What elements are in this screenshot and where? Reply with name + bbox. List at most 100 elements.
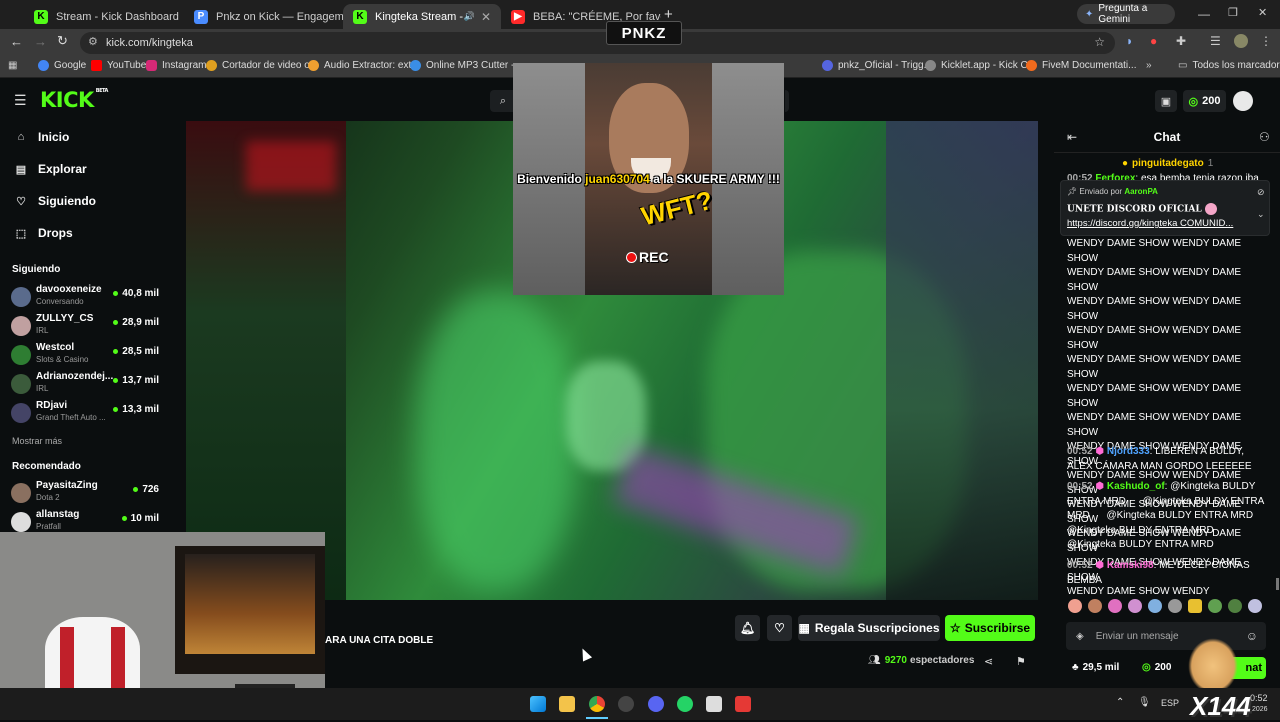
bookmark-kicklet[interactable]: Kicklet.app - Kick C... [925, 60, 1036, 71]
chair-stripe [111, 627, 125, 688]
coin-icon: ● [1122, 158, 1129, 169]
subscribe-button[interactable]: ☆ Suscribirse [945, 615, 1035, 641]
url-bar[interactable]: ⚙ kick.com/kingteka ☆ [80, 32, 1115, 54]
pinned-message[interactable]: 📌︎ Enviado por AaronPA ⊘ UNETE DISCORD O… [1060, 180, 1270, 236]
maximize-button[interactable]: ❐ [1228, 6, 1238, 19]
top-gifter[interactable]: ● pinguitadegato 1 [1122, 158, 1213, 169]
points-badge[interactable]: ◎ 200 [1183, 90, 1226, 112]
following-channel[interactable]: davooxeneize Conversando 40,8 mil [11, 284, 161, 310]
media-control-icon[interactable]: ☰ [1210, 34, 1221, 48]
emote-icon[interactable] [1188, 599, 1202, 613]
bookmark-fivem[interactable]: FiveM Documentati... [1026, 60, 1136, 71]
bookmark-audio-extractor[interactable]: Audio Extractor: ext... [308, 60, 420, 71]
chat-spam-line: WENDY DAME SHOW WENDY DAME SHOW [1067, 325, 1242, 351]
hide-pin-icon[interactable]: ⊘ [1257, 187, 1265, 198]
site-info-icon[interactable]: ⚙ [88, 35, 98, 48]
browse-icon[interactable]: ▣ [1155, 90, 1177, 112]
bookmark-star-icon[interactable]: ☆ [1094, 35, 1105, 49]
windows-start-icon[interactable] [530, 696, 546, 712]
gift-subscriptions-button[interactable]: ▦ Regala Suscripciones [798, 615, 940, 641]
reload-button[interactable]: ↻ [57, 33, 68, 49]
hamburger-menu-icon[interactable]: ☰ [14, 92, 27, 109]
more-bookmarks-icon[interactable]: » [1146, 60, 1152, 71]
emote-icon[interactable] [1248, 599, 1262, 613]
whatsapp-icon[interactable] [677, 696, 693, 712]
report-icon[interactable]: ⚑ [1016, 655, 1026, 668]
following-channel[interactable]: ZULLYY_CS IRL 28,9 mil [11, 313, 161, 339]
nav-inicio[interactable]: ⌂ Inicio [14, 130, 70, 144]
expand-pin-icon[interactable]: ⌄ [1257, 209, 1265, 220]
apps-grid-icon[interactable]: ▦ [8, 60, 17, 71]
user-avatar[interactable] [1233, 91, 1253, 111]
file-explorer-icon[interactable] [559, 696, 575, 712]
emote-icon[interactable] [1088, 599, 1102, 613]
extension-icon[interactable]: ● [1150, 34, 1157, 48]
profile-avatar[interactable] [1234, 34, 1248, 48]
emote-icon[interactable] [1168, 599, 1182, 613]
emote-icon[interactable] [1068, 599, 1082, 613]
tray-chevron-icon[interactable]: ⌃ [1116, 697, 1124, 708]
discord-icon[interactable] [648, 696, 664, 712]
language-indicator[interactable]: ESP [1161, 698, 1179, 708]
nav-siguiendo[interactable]: ♡ Siguiendo [14, 194, 96, 208]
badge-icon: ⬢ [1095, 560, 1105, 571]
bookmark-instagram[interactable]: Instagram [146, 60, 206, 71]
welcome-text: Bienvenido juan630704 a la SKUERE ARMY !… [517, 172, 780, 186]
clock[interactable]: 0:52 2026 [1250, 693, 1268, 715]
tab-pnkz-engagement[interactable]: PPnkz on Kick — Engagement A✕ [184, 4, 344, 29]
close-tab-icon[interactable]: ✕ [475, 10, 491, 24]
gemini-button[interactable]: ✦ Pregunta a Gemini [1077, 3, 1175, 25]
follow-heart-button[interactable]: ♡ [767, 615, 792, 641]
microphone-icon[interactable]: 🎙︎ [1138, 697, 1151, 708]
audio-playing-icon[interactable]: 🔊 [464, 11, 475, 22]
tab-stream-dashboard[interactable]: KStream - Kick Dashboard✕ [24, 4, 184, 29]
chat-users-icon[interactable]: ⚇ [1259, 130, 1270, 144]
badge-selector-icon[interactable]: ◈ [1076, 631, 1084, 642]
video-right-scene [886, 121, 1038, 600]
show-more-link[interactable]: Mostrar más [12, 436, 62, 446]
following-channel[interactable]: Adrianozendej... IRL 13,7 mil [11, 371, 161, 397]
channel-points[interactable]: ♣ 29,5 mil [1072, 662, 1119, 673]
share-icon[interactable]: ⋖ [984, 655, 993, 668]
obs-icon[interactable] [618, 696, 634, 712]
search-input[interactable] [785, 90, 789, 112]
live-dot-icon [133, 487, 139, 492]
following-channel[interactable]: Westcol Slots & Casino 28,5 mil [11, 342, 161, 368]
browser-menu-icon[interactable]: ⋮ [1260, 34, 1272, 48]
gemini-icon: ✦ [1085, 8, 1094, 20]
app-icon[interactable] [706, 696, 722, 712]
bookmark-google[interactable]: Google [38, 60, 86, 71]
bookmark-cortador[interactable]: Cortador de video o... [206, 60, 318, 71]
live-dot-icon [113, 291, 119, 296]
all-bookmarks-folder[interactable]: ▭Todos los marcadores [1178, 60, 1280, 71]
user-points[interactable]: ◎ 200 [1142, 662, 1171, 673]
bookmark-pnkz-oficial[interactable]: pnkz_Oficial - Trigg... [822, 60, 932, 71]
emote-icon[interactable] [1128, 599, 1142, 613]
extension-icon[interactable]: ◗ [1126, 34, 1133, 48]
live-dot-icon [113, 407, 119, 412]
minimize-button[interactable]: — [1198, 7, 1210, 21]
pinned-link[interactable]: https://discord.gg/kingteka COMUNID... [1067, 218, 1247, 229]
forward-button[interactable]: → [34, 34, 47, 49]
recommended-channel[interactable]: PayasitaZing Dota 2 726 [11, 480, 161, 506]
app-icon[interactable] [735, 696, 751, 712]
bookmark-mp3-cutter[interactable]: Online MP3 Cutter -... [410, 60, 523, 71]
emote-icon[interactable] [1228, 599, 1242, 613]
chat-scrollbar[interactable] [1276, 578, 1279, 590]
nav-explorar[interactable]: ▤ Explorar [14, 162, 87, 176]
chat-spam-line: WENDY DAME SHOW WENDY DAME SHOW [1067, 296, 1242, 322]
nav-drops[interactable]: ⬚ Drops [14, 226, 73, 240]
bookmark-youtube[interactable]: YouTube [91, 60, 146, 71]
close-window-button[interactable]: ✕ [1258, 6, 1267, 19]
chrome-icon[interactable] [589, 696, 605, 712]
emote-icon[interactable] [1108, 599, 1122, 613]
tab-kingteka-stream[interactable]: KKingteka Stream - Watch Li🔊✕ [343, 4, 501, 29]
following-channel[interactable]: RDjavi Grand Theft Auto ... 13,3 mil [11, 400, 161, 426]
kick-logo[interactable]: KICK BETA [40, 88, 108, 112]
emoji-icon[interactable]: ☺ [1246, 629, 1258, 643]
emote-icon[interactable] [1148, 599, 1162, 613]
emote-icon[interactable] [1208, 599, 1222, 613]
extensions-puzzle-icon[interactable]: ✚ [1176, 34, 1186, 48]
back-button[interactable]: ← [10, 34, 23, 49]
notification-bell-button[interactable]: 🔔︎ [735, 615, 760, 641]
